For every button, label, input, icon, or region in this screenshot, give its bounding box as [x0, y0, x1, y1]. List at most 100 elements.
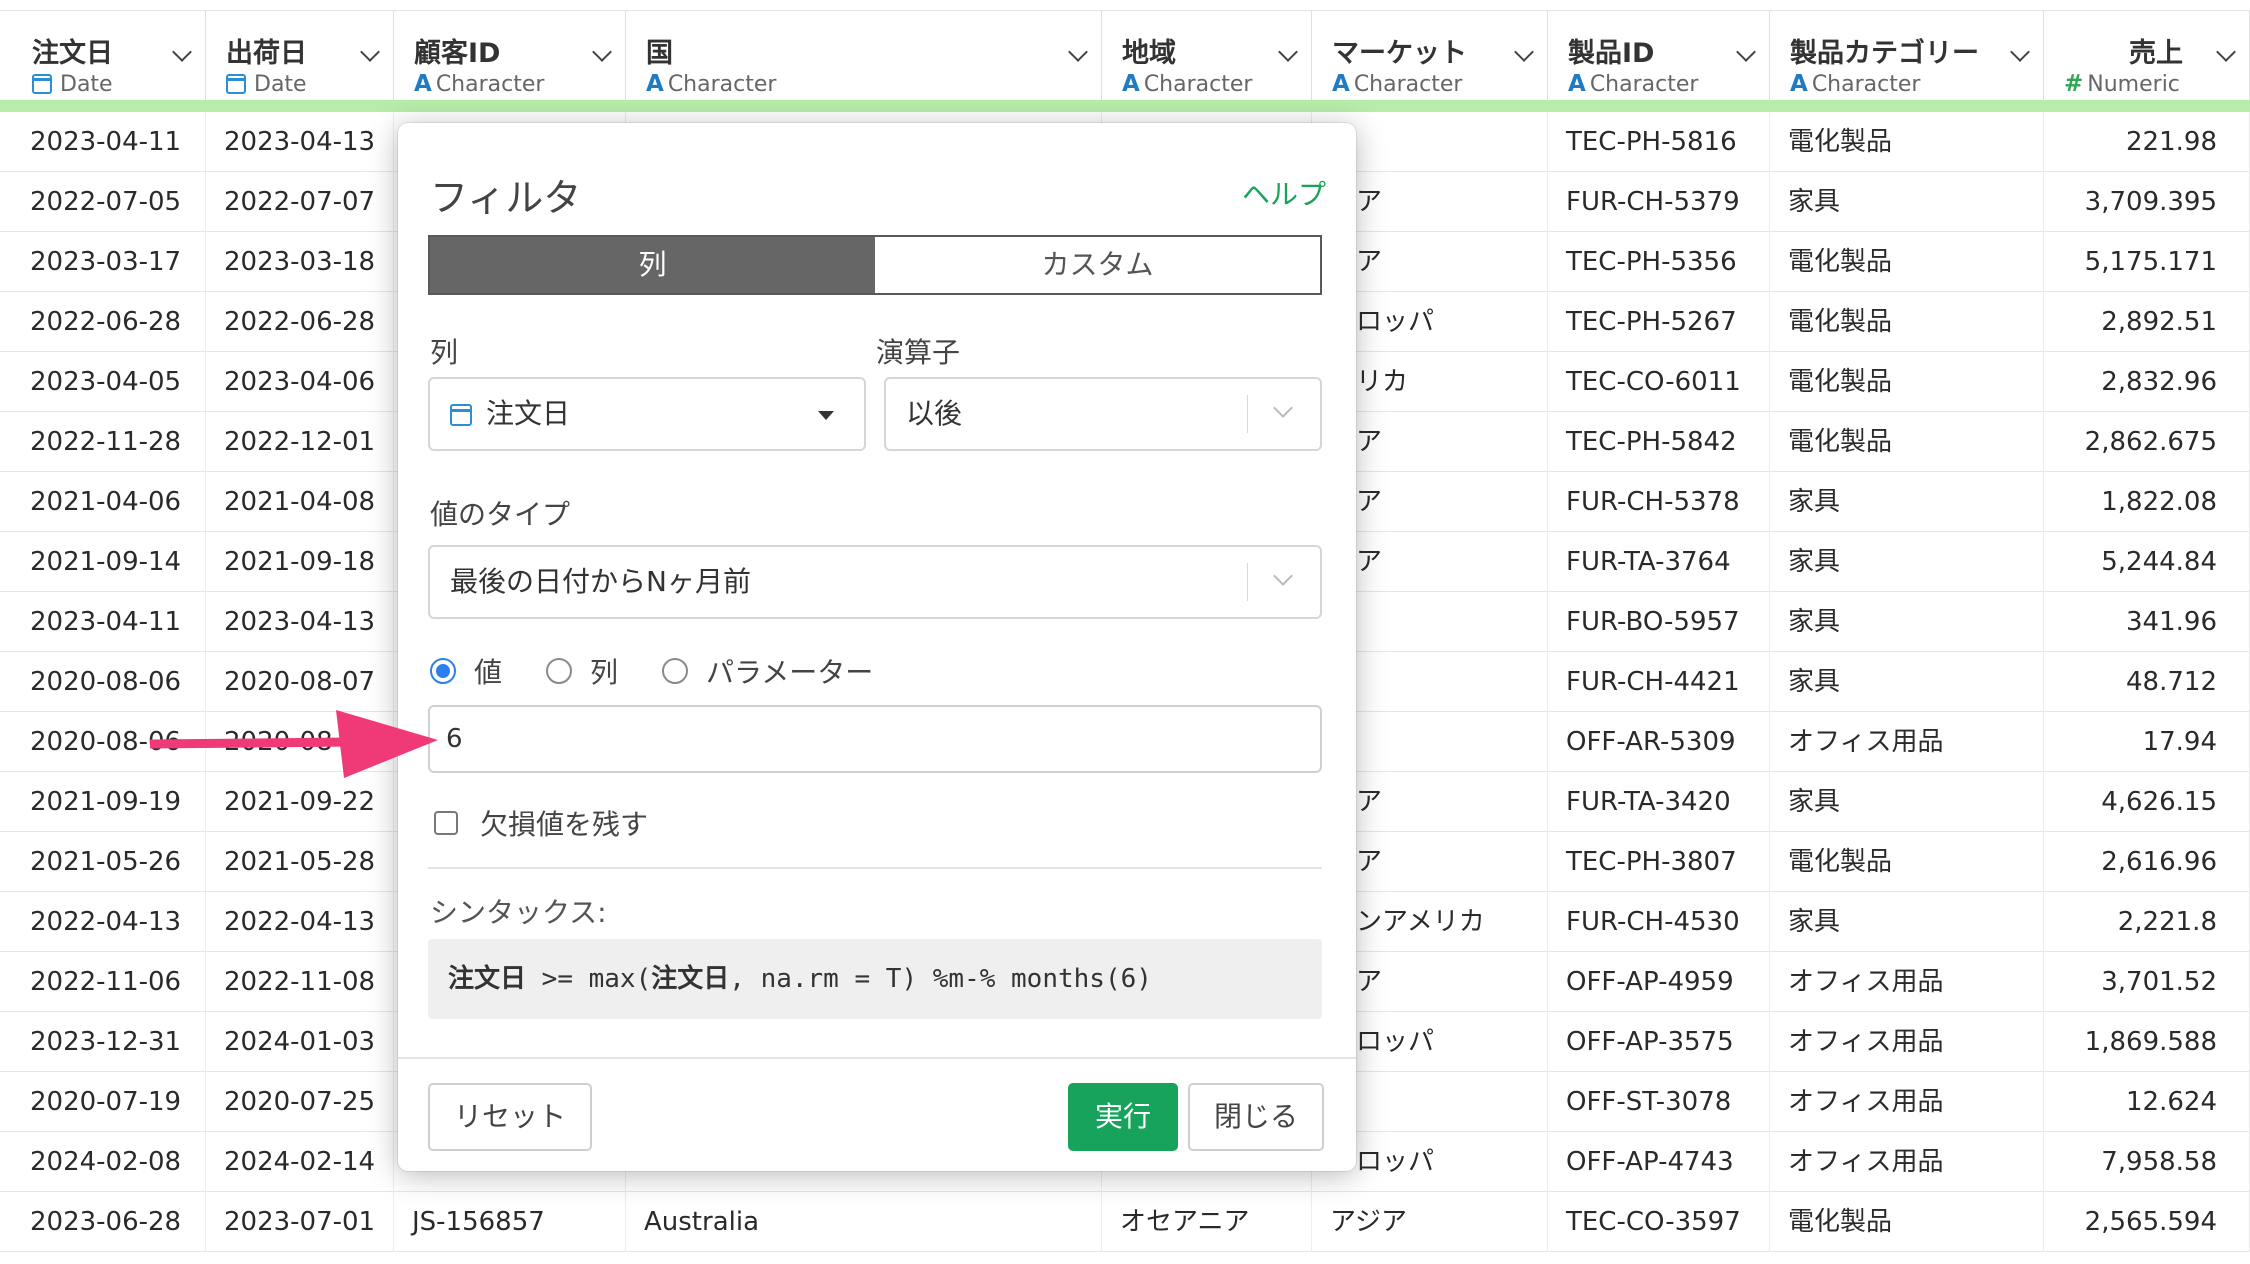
table-cell: 2022-11-28 — [12, 412, 206, 472]
table-cell: 221.98 — [2044, 112, 2250, 172]
chevron-down-icon[interactable] — [1278, 42, 1298, 62]
column-header[interactable]: 国 A Character — [626, 11, 1102, 103]
table-cell: 12.624 — [2044, 1072, 2250, 1132]
table-cell: オフィス用品 — [1770, 712, 2044, 772]
divider — [428, 867, 1322, 869]
table-cell: OFF-ST-3078 — [1548, 1072, 1770, 1132]
column-type: # Numeric — [2064, 71, 2180, 97]
syntax-rest: , na.rm = T) %m-% months(6) — [729, 964, 1152, 994]
table-cell: 2023-04-11 — [12, 592, 206, 652]
table-cell: 電化製品 — [1770, 112, 2044, 172]
annotation-arrow-icon — [150, 710, 438, 778]
table-row: 2023-06-28 2023-07-01 JS-156857 Australia オセ… — [0, 1192, 2250, 1252]
radio-column[interactable]: 列 — [546, 651, 618, 691]
radio-button-selected[interactable] — [430, 658, 456, 684]
table-cell: 電化製品 — [1770, 232, 2044, 292]
column-header-name: 製品ID — [1568, 38, 1655, 69]
table-cell: 2023-12-31 — [12, 1012, 206, 1072]
table-cell: 2023-03-18 — [206, 232, 394, 292]
table-cell: 2020-07-25 — [206, 1072, 394, 1132]
radio-button[interactable] — [662, 658, 689, 684]
column-type-label: Date — [60, 72, 113, 97]
table-cell: TEC-CO-3597 — [1548, 1192, 1770, 1252]
tab-column[interactable]: 列 — [430, 237, 875, 293]
chevron-down-icon[interactable] — [1514, 42, 1534, 62]
chevron-down-icon[interactable] — [2216, 42, 2236, 62]
table-cell: 2022-06-28 — [206, 292, 394, 352]
operator-select[interactable]: 以後 — [884, 377, 1322, 451]
column-type-label: Character — [667, 72, 777, 97]
keep-na-option[interactable]: 欠損値を残す — [434, 803, 648, 843]
radio-value[interactable]: 値 — [430, 651, 502, 691]
table-cell: FUR-CH-4530 — [1548, 892, 1770, 952]
table-cell: FUR-CH-5379 — [1548, 172, 1770, 232]
column-type-label: Character — [1589, 72, 1699, 97]
table-cell: OFF-AP-3575 — [1548, 1012, 1770, 1072]
calendar-icon — [450, 404, 472, 426]
table-cell: 電化製品 — [1770, 292, 2044, 352]
column-header[interactable]: 地域 A Character — [1102, 11, 1312, 103]
table-cell: TEC-PH-5267 — [1548, 292, 1770, 352]
select-separator — [1246, 563, 1248, 601]
table-cell: TEC-PH-5356 — [1548, 232, 1770, 292]
table-cell: 341.96 — [2044, 592, 2250, 652]
chevron-down-icon — [1273, 566, 1293, 586]
caret-down-icon — [818, 411, 834, 420]
table-cell: 4,626.15 — [2044, 772, 2250, 832]
table-cell: 2,565.594 — [2044, 1192, 2250, 1252]
table-cell: 2023-03-17 — [12, 232, 206, 292]
column-select[interactable]: 注文日 — [428, 377, 866, 451]
chevron-down-icon[interactable] — [592, 42, 612, 62]
chevron-down-icon[interactable] — [2010, 42, 2030, 62]
table-cell: オフィス用品 — [1770, 1132, 2044, 1192]
reset-button[interactable]: リセット — [428, 1083, 592, 1151]
column-header[interactable]: マーケット A Character — [1312, 11, 1548, 103]
table-cell: 2024-02-14 — [206, 1132, 394, 1192]
help-link[interactable]: ヘルプ — [1242, 173, 1326, 213]
table-cell: TEC-CO-6011 — [1548, 352, 1770, 412]
table-cell: 17.94 — [2044, 712, 2250, 772]
table-cell: オフィス用品 — [1770, 1072, 2044, 1132]
table-cell: 5,175.171 — [2044, 232, 2250, 292]
table-cell: 7,958.58 — [2044, 1132, 2250, 1192]
table-cell: OFF-AP-4959 — [1548, 952, 1770, 1012]
keep-na-checkbox[interactable] — [434, 811, 458, 835]
radio-button[interactable] — [546, 658, 573, 684]
table-cell: 2021-04-06 — [12, 472, 206, 532]
table-cell: 2022-11-08 — [206, 952, 394, 1012]
value-input[interactable] — [428, 705, 1322, 773]
column-header[interactable]: 出荷日 Date — [206, 11, 394, 103]
radio-parameter[interactable]: パラメーター — [662, 651, 873, 691]
close-button[interactable]: 閉じる — [1188, 1083, 1324, 1151]
syntax-column: 注文日 — [448, 964, 527, 994]
column-header[interactable]: 製品ID A Character — [1548, 11, 1770, 103]
column-header-name: 売上 — [2129, 38, 2183, 69]
column-header[interactable]: 売上 # Numeric — [2044, 11, 2250, 103]
table-cell: 電化製品 — [1770, 352, 2044, 412]
column-header[interactable]: 顧客ID A Character — [394, 11, 626, 103]
chevron-down-icon[interactable] — [1068, 42, 1088, 62]
table-cell: OFF-AR-5309 — [1548, 712, 1770, 772]
calendar-icon — [32, 74, 52, 94]
chevron-down-icon[interactable] — [360, 42, 380, 62]
table-cell: FUR-CH-4421 — [1548, 652, 1770, 712]
table-cell: 家具 — [1770, 892, 2044, 952]
chevron-down-icon[interactable] — [1736, 42, 1756, 62]
calendar-icon — [226, 74, 246, 94]
value-type-select[interactable]: 最後の日付からNヶ月前 — [428, 545, 1322, 619]
table-cell: 2022-07-07 — [206, 172, 394, 232]
chevron-down-icon[interactable] — [172, 42, 192, 62]
column-select-value: 注文日 — [486, 397, 571, 430]
filter-mode-tabs: 列 カスタム — [428, 235, 1322, 295]
table-cell: 2,892.51 — [2044, 292, 2250, 352]
column-header-name: 地域 — [1122, 38, 1176, 69]
run-button[interactable]: 実行 — [1068, 1083, 1178, 1151]
table-cell: 2021-05-28 — [206, 832, 394, 892]
column-header[interactable]: 製品カテゴリー A Character — [1770, 11, 2044, 103]
table-cell: TEC-PH-3807 — [1548, 832, 1770, 892]
column-header[interactable]: 注文日 Date — [12, 11, 206, 103]
table-cell: オフィス用品 — [1770, 1012, 2044, 1072]
tab-custom[interactable]: カスタム — [875, 237, 1320, 293]
table-cell: 2022-04-13 — [12, 892, 206, 952]
table-cell: 3,701.52 — [2044, 952, 2250, 1012]
